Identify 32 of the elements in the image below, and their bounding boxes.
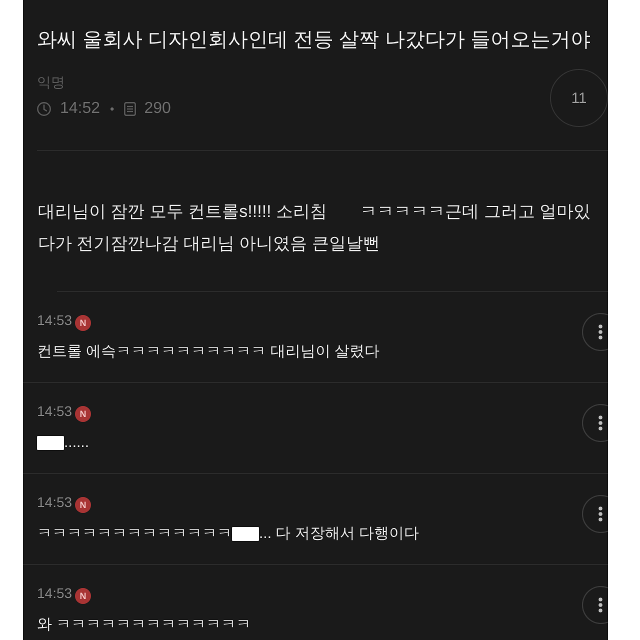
- new-badge: N: [75, 497, 92, 513]
- redaction-block: [37, 436, 64, 450]
- comment-text: ㅋㅋㅋㅋㅋㅋㅋㅋㅋㅋㅋㅋㅋ: [37, 524, 232, 544]
- comment-text: 컨트롤 에슥ㅋㅋㅋㅋㅋㅋㅋㅋㅋㅋ 대리님이 살렸다: [37, 342, 380, 362]
- more-button[interactable]: [582, 586, 608, 624]
- more-button[interactable]: [582, 404, 608, 442]
- comment-time: 14:53: [37, 311, 72, 330]
- more-icon: [598, 506, 602, 522]
- clock-icon: [37, 102, 51, 116]
- comment-time: 14:53: [37, 493, 72, 512]
- comment-count-button[interactable]: 11: [550, 69, 608, 127]
- more-button[interactable]: [582, 495, 608, 533]
- more-button[interactable]: [582, 313, 608, 351]
- more-icon: [598, 324, 602, 340]
- comment-text: 와 ㅋㅋㅋㅋㅋㅋㅋㅋㅋㅋㅋㅋㅋ: [37, 615, 252, 635]
- more-icon: [598, 598, 602, 612]
- comment-text: ......: [64, 433, 90, 453]
- new-badge: N: [75, 588, 92, 604]
- post-title: 와씨 울회사 디자인회사인데 전등 살짝 나갔다가 들어오는거야: [37, 28, 592, 53]
- redaction-block: [232, 527, 259, 541]
- author-name: 익명: [37, 73, 65, 92]
- separator-dot: •: [110, 101, 114, 118]
- document-icon: [124, 102, 136, 116]
- comment-text: ... 다 저장해서 다행이다: [259, 524, 420, 544]
- new-badge: N: [75, 406, 92, 422]
- more-icon: [598, 416, 602, 430]
- post-body-text: 대리님이 잠깐 모두 컨트롤s!!!!! 소리침 ㅋㅋㅋㅋㅋ근데 그러고 얼마있 다가 전기잠깐나감 대리님 아니였음 큰일날뻔: [38, 201, 591, 255]
- comment-time: 14:53: [37, 402, 72, 421]
- view-count: 290: [144, 99, 171, 119]
- comment-time: 14:53: [37, 584, 72, 603]
- post-time: 14:52: [60, 99, 100, 119]
- new-badge: N: [75, 315, 92, 331]
